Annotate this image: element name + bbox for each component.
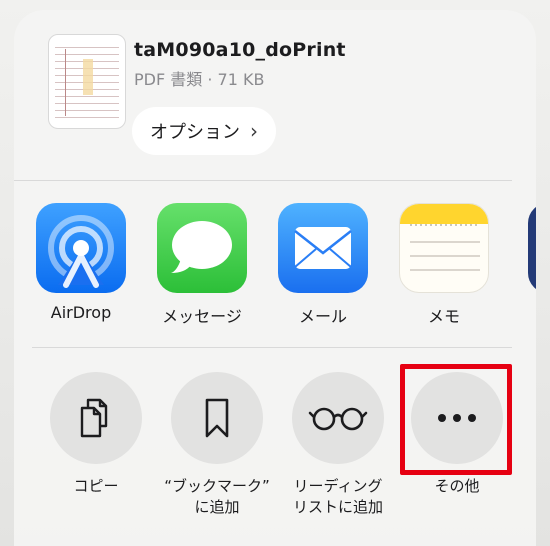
divider — [14, 180, 512, 181]
app-label: メール — [298, 307, 347, 326]
app-mail[interactable]: メール — [268, 203, 378, 327]
app-airdrop[interactable]: AirDrop — [26, 203, 136, 322]
action-copy[interactable]: コピー — [36, 372, 156, 497]
document-title: taM090a10_doPrint — [134, 39, 346, 61]
options-label: オプション — [150, 122, 240, 143]
bookmark-icon — [171, 372, 263, 464]
app-label: メッセージ — [162, 307, 242, 326]
action-add-reading-list[interactable]: リーディング リストに追加 — [278, 372, 398, 518]
action-label: リーディング リストに追加 — [292, 477, 383, 516]
app-notes[interactable]: メモ — [389, 203, 499, 327]
document-thumbnail — [48, 34, 126, 129]
action-add-bookmark[interactable]: “ブックマーク” に追加 — [157, 372, 277, 518]
app-label: メモ — [427, 307, 460, 326]
airdrop-icon — [36, 203, 126, 293]
action-label: その他 — [434, 477, 480, 495]
chevron-right-icon: › — [250, 119, 258, 143]
app-messages[interactable]: メッセージ — [147, 203, 257, 327]
highlight-box — [400, 364, 512, 475]
app-partial[interactable] — [528, 203, 536, 293]
action-label: “ブックマーク” に追加 — [164, 477, 270, 516]
divider — [32, 347, 512, 348]
document-meta: PDF 書類 · 71 KB — [134, 70, 265, 89]
messages-icon — [157, 203, 247, 293]
notes-icon — [399, 203, 489, 293]
reading-glasses-icon — [292, 372, 384, 464]
mail-icon — [278, 203, 368, 293]
app-label: AirDrop — [50, 303, 112, 322]
share-sheet: taM090a10_doPrint PDF 書類 · 71 KB オプション ›… — [14, 10, 536, 546]
options-button[interactable]: オプション › — [132, 107, 276, 155]
copy-icon — [50, 372, 142, 464]
action-label: コピー — [73, 477, 119, 495]
